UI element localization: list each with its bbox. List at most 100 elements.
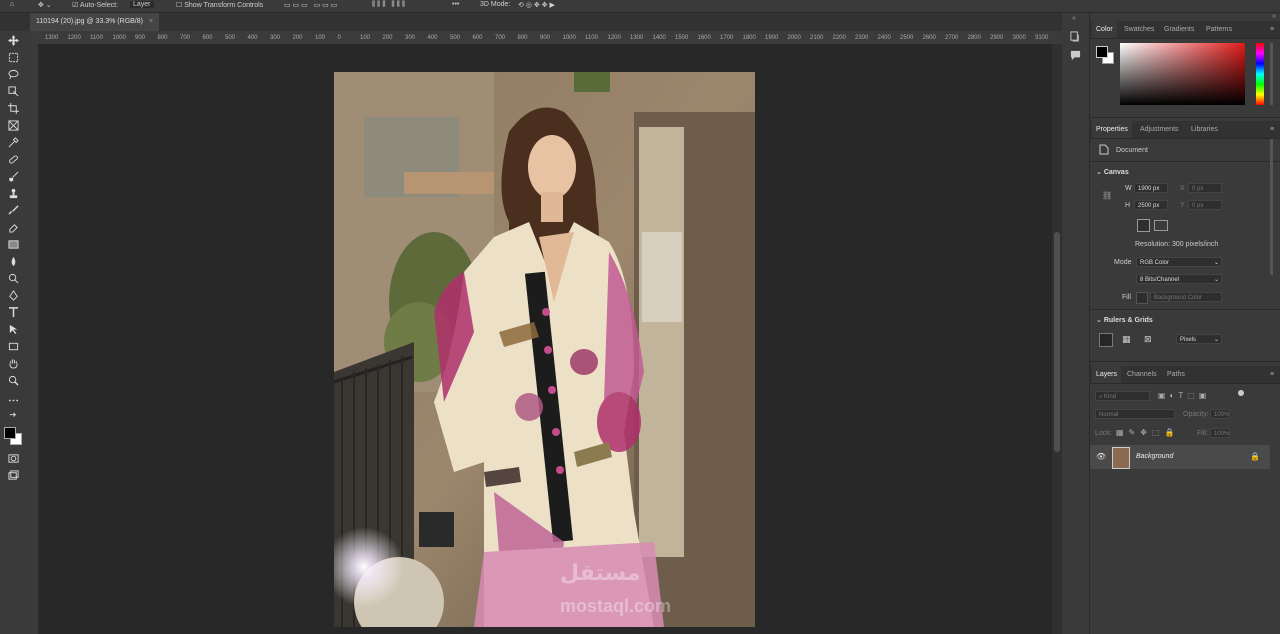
hue-slider[interactable] [1256, 43, 1264, 105]
move-tool-icon[interactable] [5, 33, 22, 47]
layer-filter-kind[interactable]: ⌕ Kind [1095, 391, 1150, 401]
blur-tool-icon[interactable] [5, 254, 22, 268]
canvas-section-header[interactable]: ⌄ Canvas [1096, 168, 1129, 176]
color-foreground-swatch[interactable] [1096, 46, 1108, 58]
comments-panel-icon[interactable] [1070, 48, 1081, 66]
tab-patterns[interactable]: Patterns [1206, 21, 1232, 38]
y-field[interactable]: 0 px [1188, 200, 1222, 210]
brush-tool-icon[interactable] [5, 169, 22, 183]
crop-tool-icon[interactable] [5, 101, 22, 115]
ruler-tick-label: 600 [472, 35, 483, 41]
landscape-orientation-button[interactable] [1154, 220, 1168, 231]
swap-colors-icon[interactable] [5, 409, 22, 423]
foreground-color-swatch[interactable] [4, 427, 16, 439]
grid-toggle-icon[interactable]: ▦ [1122, 334, 1131, 345]
units-dropdown[interactable]: Pixels ⌄ [1176, 334, 1222, 344]
frame-tool-icon[interactable] [5, 118, 22, 132]
rectangle-tool-icon[interactable] [5, 339, 22, 353]
ruler-tick-label: 1600 [697, 35, 711, 41]
fill-dropdown[interactable]: Background Color [1150, 292, 1222, 302]
color-panel-scrollbar[interactable] [1270, 43, 1273, 105]
width-field[interactable]: 1900 px [1134, 183, 1168, 193]
document-tab-close-button[interactable]: × [149, 18, 153, 25]
document-image[interactable] [334, 72, 755, 627]
3d-mode-icons[interactable]: ⟲ ◎ ✥ ✥ ▶ [518, 1, 555, 9]
canvas-scrollbar[interactable] [1052, 44, 1062, 634]
edit-toolbar-icon[interactable] [5, 393, 22, 407]
lasso-tool-icon[interactable] [5, 67, 22, 81]
tab-libraries[interactable]: Libraries [1191, 121, 1218, 138]
layers-menu-icon[interactable]: ≡ [1270, 366, 1274, 383]
align-icons[interactable]: ▭ ▭ ▭ ▭ ▭ ▭ [284, 1, 337, 9]
guides-toggle-icon[interactable]: ⊠ [1144, 334, 1152, 345]
document-tab[interactable]: 110194 (20).jpg @ 33.3% (RGB/8) × [30, 13, 160, 31]
mode-dropdown[interactable]: RGB Color ⌄ [1136, 257, 1222, 267]
hand-tool-icon[interactable] [5, 356, 22, 370]
height-field[interactable]: 2500 px [1134, 200, 1168, 210]
collapse-panels-icon[interactable]: « [1072, 15, 1076, 22]
auto-select-checkbox[interactable]: ☑ Auto-Select: [72, 1, 118, 9]
properties-menu-icon[interactable]: ≡ [1270, 121, 1274, 138]
type-tool-icon[interactable] [5, 305, 22, 319]
home-icon[interactable]: ⌂ [10, 1, 14, 8]
eyedropper-tool-icon[interactable] [5, 135, 22, 149]
ruler-toggle-button[interactable] [1099, 333, 1113, 347]
horizontal-ruler: 1300 1200 1100 1000 900 800 700 600 500 400 300 200… [27, 31, 1062, 45]
rulers-grids-section-header[interactable]: ⌄ Rulers & Grids [1096, 316, 1153, 324]
photo-illustration [334, 72, 755, 627]
move-tool-preset-icon[interactable]: ✥ ⌄ [38, 1, 52, 9]
fill-label: Fill [1122, 294, 1131, 301]
collapse-dock-icon[interactable]: » [1272, 13, 1276, 20]
link-dimensions-icon[interactable]: ⛓ [1102, 191, 1112, 200]
fill-opacity-field[interactable]: 100% [1210, 428, 1230, 438]
layer-filter-icons[interactable]: ▣◐T⬚▣ [1158, 391, 1210, 400]
opacity-field[interactable]: 100% [1210, 409, 1230, 419]
history-brush-tool-icon[interactable] [5, 203, 22, 217]
ruler-tick-label: 1400 [652, 35, 666, 41]
path-selection-tool-icon[interactable] [5, 322, 22, 336]
screen-mode-icon[interactable] [5, 468, 22, 482]
transform-controls-checkbox[interactable]: ☐ Show Transform Controls [176, 1, 263, 9]
auto-select-target-dropdown[interactable]: Layer [130, 1, 154, 8]
marquee-tool-icon[interactable] [5, 50, 22, 64]
bit-depth-dropdown[interactable]: 8 Bits/Channel ⌄ [1136, 274, 1222, 284]
distribute-icons[interactable]: ⫼ ⫼ ⫼ ⫼ ⫼ ⫼ [372, 1, 405, 9]
clone-stamp-tool-icon[interactable] [5, 186, 22, 200]
visibility-eye-icon[interactable]: 👁 [1096, 452, 1106, 461]
gradient-tool-icon[interactable] [5, 237, 22, 251]
object-select-tool-icon[interactable] [5, 84, 22, 98]
healing-brush-tool-icon[interactable] [5, 152, 22, 166]
ruler-tick-label: 1200 [607, 35, 621, 41]
properties-scrollbar[interactable] [1270, 139, 1273, 275]
tab-adjustments[interactable]: Adjustments [1140, 121, 1179, 138]
tab-color[interactable]: Color [1092, 21, 1117, 38]
fill-color-swatch[interactable] [1136, 292, 1148, 304]
x-field[interactable]: 0 px [1188, 183, 1222, 193]
zoom-tool-icon[interactable] [5, 373, 22, 387]
tab-channels[interactable]: Channels [1127, 366, 1157, 383]
portrait-orientation-button[interactable] [1137, 219, 1150, 232]
quick-mask-icon[interactable] [5, 451, 22, 465]
blend-mode-dropdown[interactable]: Normal [1095, 409, 1175, 419]
ruler-tick-label: 1700 [720, 35, 734, 41]
lock-icons[interactable]: ▦✎✥⬚🔒 [1116, 428, 1179, 437]
scrollbar-thumb[interactable] [1054, 232, 1060, 452]
tab-gradients[interactable]: Gradients [1164, 21, 1194, 38]
tab-properties[interactable]: Properties [1092, 121, 1132, 138]
ruler-tick-label: 2200 [832, 35, 846, 41]
color-picker-field[interactable] [1120, 43, 1245, 105]
dodge-tool-icon[interactable] [5, 271, 22, 285]
more-options-icon[interactable]: ••• [452, 1, 459, 8]
color-panel-menu-icon[interactable]: ≡ [1270, 21, 1274, 38]
filter-toggle[interactable] [1238, 390, 1244, 396]
history-panel-icon[interactable] [1070, 29, 1081, 47]
tab-layers[interactable]: Layers [1092, 366, 1122, 383]
eraser-tool-icon[interactable] [5, 220, 22, 234]
ruler-tick-label: 900 [135, 35, 146, 41]
tab-swatches[interactable]: Swatches [1124, 21, 1154, 38]
pen-tool-icon[interactable] [5, 288, 22, 302]
tab-paths[interactable]: Paths [1167, 366, 1185, 383]
layer-name[interactable]: Background [1136, 453, 1173, 460]
layer-row-background[interactable]: 👁 Background 🔒 [1090, 445, 1270, 469]
ruler-tick-label: 2300 [855, 35, 869, 41]
